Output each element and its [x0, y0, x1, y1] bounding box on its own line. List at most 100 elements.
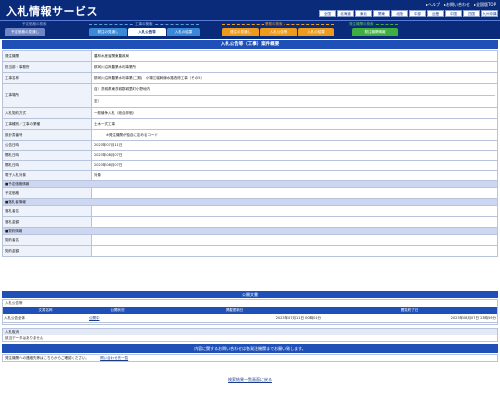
table-row: 入札契約方式 一般競争入札（総合評価） — [2, 107, 498, 119]
table-row: 工事種別／工事の業種 土木一式工事 — [2, 118, 498, 130]
col-header: 公開状況 — [87, 307, 148, 314]
nav-group-label: 発注機関の検索 — [348, 22, 375, 27]
section-header-price: ■予定価格情報 — [2, 180, 498, 188]
contact-link[interactable]: ▸お問い合わせ — [444, 2, 470, 8]
row-label: 工事種別／工事の業種 — [2, 118, 92, 130]
row-label: 電子入札対象 — [2, 170, 92, 181]
document-updated: 2023年07月11日 00時01分 — [147, 314, 323, 323]
location-from: 自）茨城県東茨城郡城里町小野地内 — [94, 84, 495, 96]
section-row: ■落札者情報 — [2, 198, 498, 206]
public-documents-title: 公開文書 — [2, 291, 498, 298]
tab-price-outlook[interactable]: 予定価格の見通し — [5, 28, 45, 36]
public-documents-block: 入札公告等 文書名称 公開状況 掲載更新日 閲覧終了日 入札公告全体 公開中 2… — [2, 299, 498, 325]
table-row: 予定価格 — [2, 187, 498, 199]
tab-services-outlook[interactable]: 発注の見通し — [222, 28, 259, 36]
region-tab[interactable]: 九州沖縄 — [481, 10, 498, 17]
site-title: 入札情報サービス — [6, 5, 98, 18]
tab-works-outlook[interactable]: 発注の見通し — [89, 28, 127, 36]
help-link[interactable]: ▸ヘルプ — [426, 2, 440, 8]
region-tab[interactable]: 北陸 — [391, 10, 408, 17]
nav-group-label: 業務の検索 — [264, 22, 284, 27]
table-row: 設計書番号 ※発注機関が独自に定めるコード — [2, 129, 498, 141]
row-value: 2023年08月07日 — [91, 160, 498, 171]
row-value: 一般競争入札（総合評価） — [91, 107, 498, 119]
row-label: 担当部・事務所 — [2, 61, 92, 73]
region-tab[interactable]: 全国 — [319, 10, 336, 17]
tab-services-results[interactable]: 入札の結果 — [298, 28, 334, 36]
document-name: 入札公告全体 — [3, 314, 88, 323]
table-row: 公告日時 2023年07月11日 — [2, 140, 498, 151]
region-tabs: 全国 北海道 東北 関東 北陸 中部 近畿 中国 四国 九州沖縄 — [319, 10, 498, 17]
detail-table: 発注機関 農林水産省関東農政局 担当部・事務所 那珂川沿岸農業水利事業所 工事名… — [2, 50, 498, 257]
table-row: 発注機関 農林水産省関東農政局 — [2, 50, 498, 62]
row-label: 契約者名 — [2, 234, 92, 246]
row-value: 2023年08月07日 — [91, 150, 498, 161]
row-value: ※発注機関が独自に定めるコード — [91, 129, 498, 141]
region-tab[interactable]: 北海道 — [337, 10, 354, 17]
row-value: 自）茨城県東茨城郡城里町小野地内 至） — [91, 83, 498, 108]
region-tab[interactable]: 中国 — [445, 10, 462, 17]
section-row: ■契約情報 — [2, 227, 498, 235]
table-row: 担当部・事務所 那珂川沿岸農業水利事業所 — [2, 61, 498, 73]
region-tab[interactable]: 四国 — [463, 10, 480, 17]
nav-group-label: 工事の検索 — [134, 22, 154, 27]
row-label: 工事場所 — [2, 83, 92, 108]
section-header-contract: ■契約情報 — [2, 227, 498, 235]
table-row: 落札者名 — [2, 205, 498, 217]
row-label: 公告日時 — [2, 140, 92, 151]
row-value: 那珂川沿岸農業水利事業所 — [91, 61, 498, 73]
row-label: 設計書番号 — [2, 129, 92, 141]
row-value: 那珂川沿岸農業水利事業(二期) 小場江堰幹線水路改修工事（その5） — [91, 72, 498, 84]
region-tab[interactable]: 東北 — [355, 10, 372, 17]
row-label: 工事名称 — [2, 72, 92, 84]
row-label: 開札日時 — [2, 150, 92, 161]
row-label: 落札者名 — [2, 205, 92, 217]
table-row: 契約者名 — [2, 234, 498, 246]
region-tab[interactable]: 近畿 — [427, 10, 444, 17]
row-value: 2023年07月11日 — [91, 140, 498, 151]
row-value: 対象 — [91, 170, 498, 181]
tab-orderer-info[interactable]: 発注機関情報 — [352, 28, 398, 36]
tab-works-notices[interactable]: 入札公告等 — [128, 28, 166, 36]
documents-table: 文書名称 公開状況 掲載更新日 閲覧終了日 入札公告全体 公開中 2023年07… — [3, 307, 497, 323]
row-value — [91, 234, 498, 246]
table-row: 工事名称 那珂川沿岸農業水利事業(二期) 小場江堰幹線水路改修工事（その5） — [2, 72, 498, 84]
cancellation-body: 該当データはありません — [5, 336, 44, 340]
contact-list-link[interactable]: 問い合わせ先一覧 — [100, 356, 128, 360]
table-header-row: 文書名称 公開状況 掲載更新日 閲覧終了日 — [3, 307, 497, 314]
contact-banner: 内容に関するお問い合わせは各発注機関までお願い致します。 — [2, 344, 498, 353]
row-value — [91, 205, 498, 217]
row-label: 入札契約方式 — [2, 107, 92, 119]
contact-text: 発注機関への連絡先等はこちらからご確認ください。 — [5, 356, 89, 360]
table-row: 落札金額 — [2, 216, 498, 228]
tab-services-notices[interactable]: 入札公告等 — [260, 28, 297, 36]
row-value: 農林水産省関東農政局 — [91, 50, 498, 62]
section-row: ■予定価格情報 — [2, 180, 498, 188]
main-nav: 予定価格の検索 予定価格の見通し 工事の検索 発注の見通し 入札公告等 入札の結… — [0, 21, 500, 39]
row-label: 開札日時 — [2, 160, 92, 171]
table-row: 開札日時 2023年08月07日 — [2, 160, 498, 171]
table-row: 電子入札対象 対象 — [2, 170, 498, 181]
row-label: 契約金額 — [2, 245, 92, 257]
cancellation-block: 入札取消 該当データはありません — [2, 328, 498, 342]
top-link[interactable]: ▸全国版TOP — [474, 2, 496, 8]
back-to-results-link[interactable]: 検索結果一覧画面に戻る — [0, 377, 500, 383]
row-label: 予定価格 — [2, 187, 92, 199]
col-header: 掲載更新日 — [147, 307, 323, 314]
row-value — [91, 216, 498, 228]
region-tab[interactable]: 関東 — [373, 10, 390, 17]
document-status-link[interactable]: 公開中 — [89, 316, 100, 320]
col-header: 閲覧終了日 — [322, 307, 497, 314]
table-row: 契約金額 — [2, 245, 498, 257]
location-to: 至） — [94, 99, 101, 103]
row-value: 土木一式工事 — [91, 118, 498, 130]
table-row: 開札日時 2023年08月07日 — [2, 150, 498, 161]
notices-label: 入札公告等 — [5, 301, 23, 305]
nav-group-label: 予定価格の検索 — [22, 22, 47, 26]
section-header-winner: ■落札者情報 — [2, 198, 498, 206]
row-label: 落札金額 — [2, 216, 92, 228]
region-tab[interactable]: 中部 — [409, 10, 426, 17]
page-title: 入札公告等（工事）案件概要 — [2, 40, 498, 49]
col-header: 文書名称 — [3, 307, 88, 314]
tab-works-results[interactable]: 入札の結果 — [167, 28, 200, 36]
